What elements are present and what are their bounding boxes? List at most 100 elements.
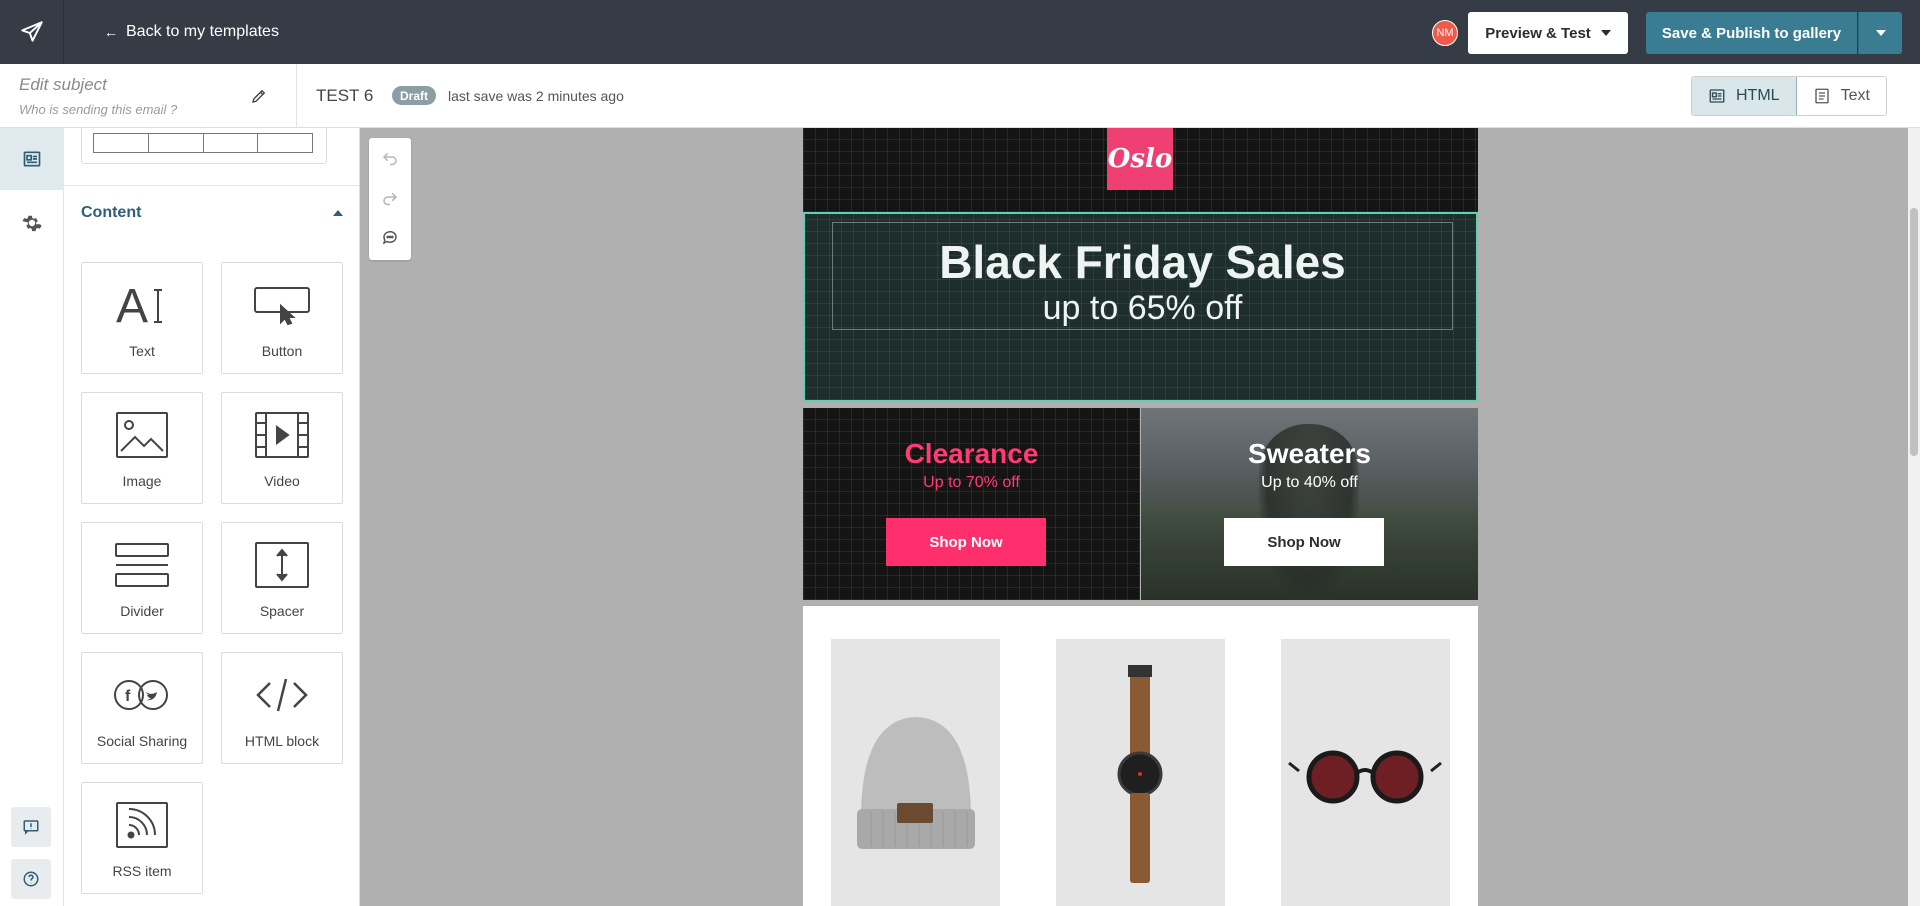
paper-plane-icon bbox=[20, 21, 43, 42]
social-sharing-icon: f bbox=[82, 667, 202, 723]
arrow-left-icon: ← bbox=[104, 24, 118, 40]
rss-item-block-tile[interactable]: RSS item bbox=[81, 782, 203, 894]
app-logo[interactable] bbox=[0, 0, 64, 64]
text-mode-button[interactable]: Text bbox=[1796, 77, 1886, 115]
subject-field[interactable]: Edit subject Who is sending this email ? bbox=[0, 64, 297, 128]
tile-label: Image bbox=[122, 473, 162, 489]
product-image-watch[interactable] bbox=[1056, 639, 1225, 906]
button-block-icon bbox=[222, 277, 342, 333]
content-section-toggle[interactable]: Content bbox=[64, 185, 359, 239]
comment-icon bbox=[382, 230, 397, 245]
four-column-layout bbox=[93, 133, 313, 153]
subject-placeholder[interactable]: Edit subject bbox=[19, 75, 107, 95]
sender-placeholder[interactable]: Who is sending this email ? bbox=[19, 102, 177, 117]
edit-subject-button[interactable] bbox=[247, 84, 271, 108]
promo-subtitle[interactable]: Up to 70% off bbox=[803, 474, 1140, 492]
shop-now-button[interactable]: Shop Now bbox=[1224, 518, 1384, 566]
tile-label: Divider bbox=[120, 603, 164, 619]
hero-title[interactable]: Black Friday Sales bbox=[833, 235, 1452, 289]
tile-label: RSS item bbox=[112, 863, 172, 879]
divider-block-icon bbox=[82, 537, 202, 593]
promo-sweaters[interactable]: Sweaters Up to 40% off Shop Now bbox=[1141, 408, 1478, 600]
save-publish-button[interactable]: Save & Publish to gallery bbox=[1646, 12, 1857, 54]
pencil-icon bbox=[252, 89, 266, 103]
canvas-scrollbar-thumb[interactable] bbox=[1910, 208, 1918, 456]
content-section-title: Content bbox=[81, 203, 142, 221]
redo-icon bbox=[383, 192, 398, 206]
text-doc-icon bbox=[1814, 88, 1829, 104]
left-rail bbox=[0, 128, 64, 906]
preview-test-button[interactable]: Preview & Test bbox=[1468, 12, 1628, 54]
html-layout-icon bbox=[1709, 89, 1725, 103]
video-block-icon bbox=[222, 407, 342, 463]
chevron-down-icon bbox=[1600, 30, 1611, 36]
promo-title[interactable]: Sweaters bbox=[1141, 438, 1478, 470]
hero-text-block[interactable]: Black Friday Sales up to 65% off bbox=[832, 222, 1453, 330]
hero-section-selected[interactable]: Black Friday Sales up to 65% off bbox=[803, 212, 1478, 402]
preview-test-label: Preview & Test bbox=[1485, 24, 1591, 42]
divider-block-tile[interactable]: Divider bbox=[81, 522, 203, 634]
products-section[interactable] bbox=[803, 606, 1478, 906]
image-block-icon bbox=[82, 407, 202, 463]
tile-label: Social Sharing bbox=[96, 733, 188, 749]
back-to-templates-link[interactable]: ← Back to my templates bbox=[104, 0, 279, 64]
spacer-block-tile[interactable]: Spacer bbox=[221, 522, 343, 634]
beanie-image bbox=[857, 717, 975, 849]
redo-button[interactable] bbox=[377, 184, 403, 210]
undo-icon bbox=[382, 152, 397, 166]
rss-icon bbox=[82, 797, 202, 853]
product-image-sunglasses[interactable] bbox=[1281, 639, 1450, 906]
save-status: last save was 2 minutes ago bbox=[448, 88, 624, 104]
shop-now-button[interactable]: Shop Now bbox=[886, 518, 1046, 566]
status-badge: Draft bbox=[392, 86, 437, 105]
html-mode-label: HTML bbox=[1736, 87, 1780, 104]
product-image-beanie[interactable] bbox=[831, 639, 1000, 906]
sunglasses-image bbox=[1288, 750, 1442, 804]
publish-options-dropdown[interactable] bbox=[1858, 12, 1902, 54]
hero-subtitle[interactable]: up to 65% off bbox=[833, 289, 1452, 328]
help-icon bbox=[23, 871, 39, 887]
text-block-icon: A bbox=[82, 277, 202, 333]
help-button[interactable] bbox=[11, 859, 51, 899]
spacer-block-icon bbox=[222, 537, 342, 593]
blocks-tab[interactable] bbox=[0, 128, 64, 190]
svg-text:A: A bbox=[116, 280, 148, 330]
user-avatar[interactable]: NM bbox=[1432, 20, 1458, 46]
editor-mode-toggle: HTML Text bbox=[1691, 76, 1887, 116]
code-icon bbox=[222, 667, 342, 723]
header-section[interactable]: Oslo bbox=[803, 128, 1478, 212]
video-block-tile[interactable]: Video bbox=[221, 392, 343, 504]
tile-label: Video bbox=[264, 473, 300, 489]
promo-clearance[interactable]: Clearance Up to 70% off Shop Now bbox=[803, 408, 1140, 600]
subject-bar: Edit subject Who is sending this email ?… bbox=[0, 64, 1920, 128]
feedback-icon bbox=[23, 820, 39, 835]
svg-text:f: f bbox=[125, 688, 131, 705]
tile-label: Text bbox=[129, 343, 155, 359]
social-sharing-block-tile[interactable]: f Social Sharing bbox=[81, 652, 203, 764]
promo-title[interactable]: Clearance bbox=[803, 438, 1140, 470]
blocks-icon bbox=[23, 151, 41, 167]
template-name[interactable]: TEST 6 bbox=[316, 86, 373, 106]
feedback-button[interactable] bbox=[11, 807, 51, 847]
chevron-up-icon bbox=[333, 209, 343, 216]
comments-button[interactable] bbox=[377, 224, 403, 250]
tile-label: HTML block bbox=[244, 733, 320, 749]
layout-preview[interactable] bbox=[81, 128, 327, 164]
email-preview: Oslo Black Friday Sales up to 65% off Cl… bbox=[803, 128, 1478, 906]
settings-tab[interactable] bbox=[0, 192, 64, 254]
top-bar: ← Back to my templates NM Preview & Test… bbox=[0, 0, 1920, 64]
html-block-tile[interactable]: HTML block bbox=[221, 652, 343, 764]
undo-button[interactable] bbox=[377, 144, 403, 170]
blocks-panel: Content A Text Button Image Video Divide… bbox=[64, 128, 360, 906]
watch-image bbox=[1117, 665, 1163, 883]
image-block-tile[interactable]: Image bbox=[81, 392, 203, 504]
chevron-down-icon bbox=[1875, 30, 1886, 36]
button-block-tile[interactable]: Button bbox=[221, 262, 343, 374]
text-block-tile[interactable]: A Text bbox=[81, 262, 203, 374]
promo-subtitle[interactable]: Up to 40% off bbox=[1141, 474, 1478, 492]
html-mode-button[interactable]: HTML bbox=[1692, 77, 1797, 115]
brand-logo[interactable]: Oslo bbox=[1107, 128, 1173, 190]
back-link-label: Back to my templates bbox=[126, 23, 279, 40]
history-toolbar bbox=[369, 138, 411, 260]
text-mode-label: Text bbox=[1840, 87, 1870, 104]
